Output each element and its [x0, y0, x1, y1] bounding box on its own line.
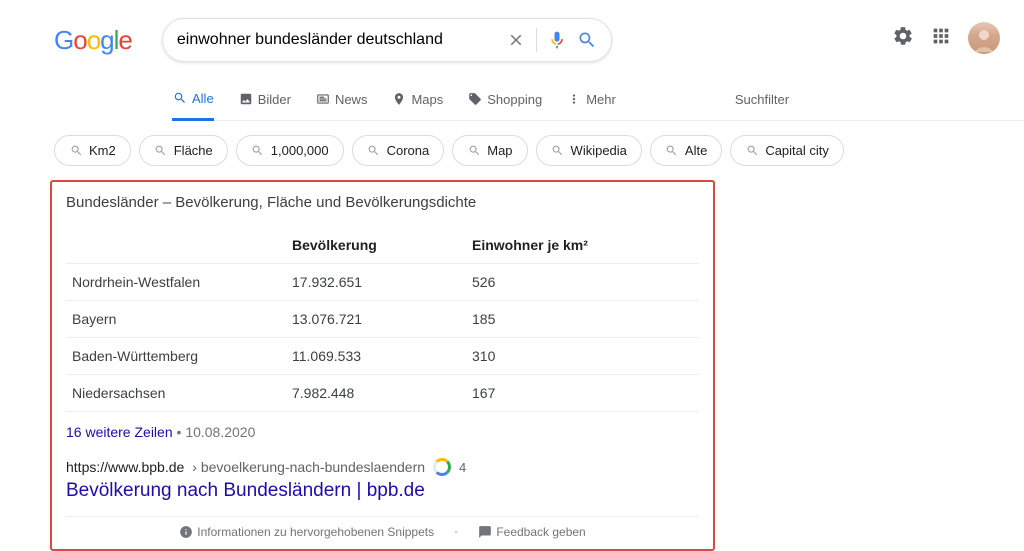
search-icon — [745, 144, 759, 158]
settings-icon[interactable] — [892, 25, 914, 52]
rank-value: 4 — [459, 460, 466, 475]
search-icon — [367, 144, 381, 158]
chip-label: 1,000,000 — [271, 143, 329, 158]
search-icon — [69, 144, 83, 158]
tab-more[interactable]: Mehr — [566, 81, 616, 119]
chip[interactable]: Wikipedia — [536, 135, 642, 166]
featured-snippet: Bundesländer – Bevölkerung, Fläche und B… — [50, 180, 715, 551]
cell-name: Bayern — [66, 301, 286, 338]
table-row: Niedersachsen7.982.448167 — [66, 375, 699, 412]
tab-label: News — [335, 92, 368, 107]
snippet-info-link[interactable]: Informationen zu hervorgehobenen Snippet… — [179, 525, 434, 539]
tab-maps[interactable]: Maps — [391, 81, 443, 119]
chip[interactable]: Alte — [650, 135, 722, 166]
search-icon[interactable] — [577, 30, 597, 50]
rank-ring-icon — [433, 458, 451, 476]
search-icon — [551, 144, 565, 158]
cell-name: Baden-Württemberg — [66, 338, 286, 375]
data-table: Bevölkerung Einwohner je km² Nordrhein-W… — [66, 227, 699, 412]
apps-icon[interactable] — [930, 25, 952, 52]
tab-images[interactable]: Bilder — [238, 81, 291, 119]
cell-name: Niedersachsen — [66, 375, 286, 412]
tab-label: Shopping — [487, 92, 542, 107]
col-header: Bevölkerung — [286, 227, 466, 264]
pin-icon — [391, 91, 407, 107]
chip[interactable]: Corona — [352, 135, 445, 166]
image-icon — [238, 91, 254, 107]
related-chips: Km2 Fläche 1,000,000 Corona Map Wikipedia Alte… — [54, 121, 1024, 180]
chip-label: Map — [487, 143, 512, 158]
search-box[interactable] — [162, 18, 612, 62]
tab-shopping[interactable]: Shopping — [467, 81, 542, 119]
source-path: › bevoelkerung-nach-bundeslaendern — [192, 459, 425, 475]
chip-label: Km2 — [89, 143, 116, 158]
snippet-date: • 10.08.2020 — [177, 424, 256, 440]
source-host: https://www.bpb.de — [66, 459, 184, 475]
chip[interactable]: 1,000,000 — [236, 135, 344, 166]
table-row: Baden-Württemberg11.069.533310 — [66, 338, 699, 375]
chip[interactable]: Fläche — [139, 135, 228, 166]
feedback-icon — [478, 525, 492, 539]
chip-label: Wikipedia — [571, 143, 627, 158]
cell-pop: 11.069.533 — [286, 338, 466, 375]
cell-pop: 7.982.448 — [286, 375, 466, 412]
cell-dens: 310 — [466, 338, 699, 375]
chip-label: Alte — [685, 143, 707, 158]
tab-label: Alle — [192, 91, 214, 106]
cell-dens: 167 — [466, 375, 699, 412]
chip[interactable]: Map — [452, 135, 527, 166]
more-icon — [566, 91, 582, 107]
table-row: Bayern13.076.721185 — [66, 301, 699, 338]
info-icon — [179, 525, 193, 539]
tab-label: Bilder — [258, 92, 291, 107]
cell-name: Nordrhein-Westfalen — [66, 264, 286, 301]
cell-pop: 17.932.651 — [286, 264, 466, 301]
tab-label: Mehr — [586, 92, 616, 107]
cell-dens: 526 — [466, 264, 699, 301]
mic-icon[interactable] — [547, 30, 567, 50]
search-icon — [154, 144, 168, 158]
chip-label: Fläche — [174, 143, 213, 158]
chip-label: Corona — [387, 143, 430, 158]
chip[interactable]: Km2 — [54, 135, 131, 166]
snippet-heading: Bundesländer – Bevölkerung, Fläche und B… — [66, 194, 699, 211]
chip[interactable]: Capital city — [730, 135, 844, 166]
search-tabs: Alle Bilder News Maps Shopping Mehr Such… — [172, 62, 1024, 121]
feedback-link[interactable]: Feedback geben — [478, 525, 585, 539]
clear-icon[interactable] — [506, 30, 526, 50]
col-header: Einwohner je km² — [466, 227, 699, 264]
col-header — [66, 227, 286, 264]
search-icon — [467, 144, 481, 158]
more-rows: 16 weitere Zeilen • 10.08.2020 — [66, 424, 699, 440]
table-row: Nordrhein-Westfalen17.932.651526 — [66, 264, 699, 301]
tab-label: Maps — [411, 92, 443, 107]
cell-dens: 185 — [466, 301, 699, 338]
more-rows-link[interactable]: 16 weitere Zeilen — [66, 424, 173, 440]
search-icon — [172, 90, 188, 106]
search-filter[interactable]: Suchfilter — [735, 82, 789, 119]
search-icon — [665, 144, 679, 158]
search-icon — [251, 144, 265, 158]
google-logo[interactable]: Google — [54, 25, 132, 56]
avatar[interactable] — [968, 22, 1000, 54]
search-input[interactable] — [177, 31, 506, 49]
tag-icon — [467, 91, 483, 107]
news-icon — [315, 91, 331, 107]
cell-pop: 13.076.721 — [286, 301, 466, 338]
chip-label: Capital city — [765, 143, 829, 158]
tab-all[interactable]: Alle — [172, 80, 214, 121]
result-title[interactable]: Bevölkerung nach Bundesländern | bpb.de — [66, 480, 699, 502]
tab-news[interactable]: News — [315, 81, 368, 119]
